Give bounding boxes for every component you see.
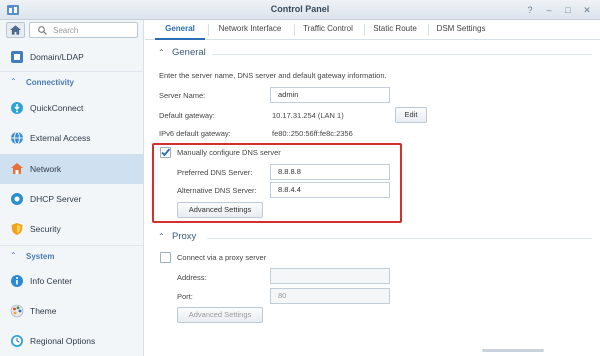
server-name-field[interactable]: admin <box>270 87 390 103</box>
advanced-settings-button[interactable]: Advanced Settings <box>177 202 263 218</box>
default-gateway-label: Default gateway: <box>159 111 215 120</box>
chevron-up-icon: ⌃ <box>158 232 165 241</box>
sidebar-item-label: External Access <box>30 133 91 143</box>
general-section-title: General <box>172 47 206 58</box>
proxy-section-title: Proxy <box>172 231 197 242</box>
tab-static-route[interactable]: Static Route <box>366 20 424 40</box>
proxy-port-label: Port: <box>177 292 193 301</box>
sidebar-item-label: DHCP Server <box>30 194 82 204</box>
sidebar-item-label: Security <box>30 224 61 234</box>
quickconnect-icon <box>11 102 23 114</box>
proxy-port-field[interactable]: 80 <box>270 288 390 304</box>
edit-button[interactable]: Edit <box>395 107 427 123</box>
sidebar-item-domain-ldap[interactable]: Domain/LDAP <box>0 43 143 71</box>
check-icon <box>161 148 171 157</box>
maximize-icon[interactable]: □ <box>562 4 574 16</box>
sidebar-item-info-center[interactable]: Info Center <box>0 267 143 295</box>
sidebar: Search Domain/LDAP ⌃ Connectivity QuickC… <box>0 20 144 356</box>
window-title: Control Panel <box>270 4 330 14</box>
section-divider <box>212 54 592 55</box>
alternative-dns-field[interactable]: 8.8.4.4 <box>270 182 390 198</box>
domain-icon <box>11 51 23 63</box>
sidebar-item-network[interactable]: Network <box>0 154 143 184</box>
chevron-up-icon: ⌃ <box>158 48 165 57</box>
sidebar-item-quickconnect[interactable]: QuickConnect <box>0 94 143 122</box>
sidebar-item-label: Theme <box>30 306 57 316</box>
sidebar-divider <box>0 71 143 72</box>
general-description: Enter the server name, DNS server and de… <box>159 71 387 80</box>
section-connectivity[interactable]: ⌃ Connectivity <box>0 75 143 89</box>
alternative-dns-label: Alternative DNS Server: <box>177 186 257 195</box>
sidebar-item-external-access[interactable]: External Access <box>0 124 143 152</box>
title-bar: Control Panel ? – □ ✕ <box>0 0 600 20</box>
search-placeholder: Search <box>53 26 79 35</box>
chevron-up-icon: ⌃ <box>10 251 17 260</box>
clock-icon <box>11 335 23 347</box>
shield-icon <box>11 223 23 235</box>
minimize-icon[interactable]: – <box>543 4 555 16</box>
search-row: Search <box>6 22 138 38</box>
help-icon[interactable]: ? <box>524 4 536 16</box>
scrollbar-thumb[interactable] <box>482 349 544 352</box>
sidebar-divider <box>0 245 143 246</box>
manual-dns-checkbox[interactable] <box>160 147 171 158</box>
dhcp-icon <box>11 193 23 205</box>
tab-separator <box>428 24 429 36</box>
sidebar-item-label: Network <box>30 164 62 174</box>
info-icon <box>11 275 23 287</box>
network-icon <box>11 163 23 174</box>
sidebar-item-label: Domain/LDAP <box>30 52 84 62</box>
proxy-checkbox[interactable] <box>160 252 171 263</box>
close-icon[interactable]: ✕ <box>581 4 593 16</box>
section-label: System <box>26 252 55 261</box>
sidebar-item-regional-options[interactable]: Regional Options <box>0 327 143 355</box>
chevron-up-icon: ⌃ <box>10 77 17 86</box>
preferred-dns-field[interactable]: 8.8.8.8 <box>270 164 390 180</box>
theme-icon <box>10 304 24 318</box>
search-input[interactable]: Search <box>29 22 138 38</box>
section-system[interactable]: ⌃ System <box>0 249 143 263</box>
manual-dns-label: Manually configure DNS server <box>177 148 281 157</box>
section-label: Connectivity <box>26 78 75 87</box>
home-button[interactable] <box>6 22 25 38</box>
sidebar-item-theme[interactable]: Theme <box>0 297 143 325</box>
proxy-address-label: Address: <box>177 273 207 282</box>
proxy-checkbox-label: Connect via a proxy server <box>177 253 267 262</box>
preferred-dns-label: Preferred DNS Server: <box>177 168 253 177</box>
sidebar-item-label: Regional Options <box>30 336 96 346</box>
tab-separator <box>294 24 295 36</box>
sidebar-item-label: Info Center <box>30 276 73 286</box>
search-icon <box>38 26 47 35</box>
sidebar-item-security[interactable]: Security <box>0 215 143 243</box>
sidebar-item-label: QuickConnect <box>30 103 84 113</box>
home-icon <box>10 25 21 35</box>
proxy-address-field[interactable] <box>270 268 390 284</box>
tab-bar: General Network Interface Traffic Contro… <box>145 20 600 40</box>
globe-icon <box>11 131 23 145</box>
sidebar-item-dhcp-server[interactable]: DHCP Server <box>0 185 143 213</box>
tab-dsm-settings[interactable]: DSM Settings <box>430 20 492 40</box>
ipv6-gateway-label: IPv6 default gateway: <box>159 129 231 138</box>
tab-separator <box>364 24 365 36</box>
server-name-label: Server Name: <box>159 91 206 100</box>
section-divider <box>207 238 592 239</box>
tab-traffic-control[interactable]: Traffic Control <box>296 20 360 40</box>
ipv6-gateway-value: fe80::250:56ff:fe8c:2356 <box>272 129 353 138</box>
tab-network-interface[interactable]: Network Interface <box>210 20 290 40</box>
tab-general[interactable]: General <box>155 20 205 40</box>
default-gateway-value: 10.17.31.254 (LAN 1) <box>272 111 344 120</box>
tab-separator <box>208 24 209 36</box>
proxy-advanced-settings-button[interactable]: Advanced Settings <box>177 307 263 323</box>
